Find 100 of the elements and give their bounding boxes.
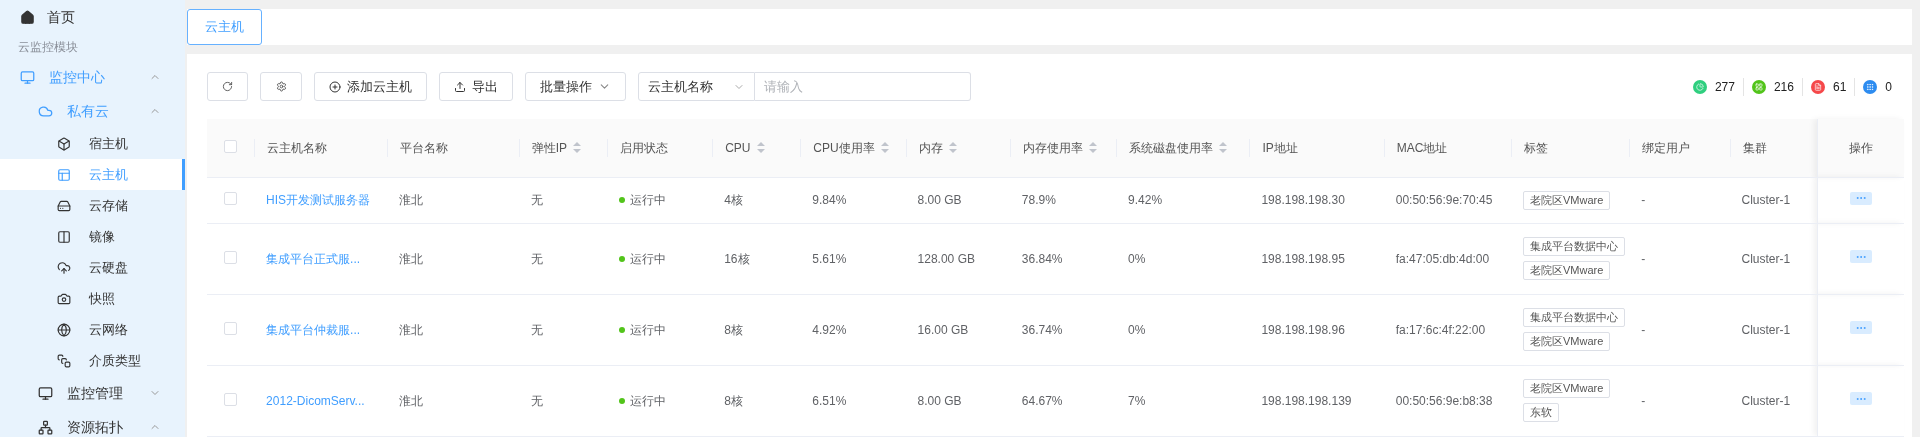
column-header: 系统磁盘使用率 — [1129, 139, 1214, 157]
row-checkbox[interactable] — [224, 139, 238, 153]
sidebar-item[interactable]: 镜像 — [0, 221, 185, 252]
sidebar-item[interactable]: 快照 — [0, 283, 185, 314]
table-cell: 6.51% — [812, 393, 847, 408]
status-text: 运行中 — [629, 392, 666, 410]
table-cell: 7% — [1128, 393, 1146, 408]
table-cell: Cluster-1 — [1741, 193, 1791, 207]
tag: 老院区VMware — [1523, 261, 1611, 280]
status-text: 运行中 — [629, 192, 666, 209]
sidebar-item[interactable]: 云硬盘 — [0, 252, 185, 283]
toolbar-button[interactable]: 导出 — [439, 72, 513, 101]
more-button[interactable] — [1850, 392, 1873, 405]
table-cell: Cluster-1 — [1741, 393, 1791, 408]
tag: 东软 — [1523, 403, 1559, 422]
more-button[interactable] — [1850, 191, 1873, 205]
toolbar-button[interactable]: 添加云主机 — [314, 72, 427, 101]
sidebar-item-icon — [57, 260, 71, 275]
search-field[interactable]: 请输入 — [755, 72, 971, 101]
sidebar-group-icon — [38, 103, 53, 119]
sidebar-item-icon — [57, 229, 71, 244]
table-cell: 无 — [530, 193, 543, 207]
table-cell: 9.42% — [1128, 193, 1163, 207]
stat-count: 0 — [1885, 78, 1892, 96]
table-cell: 8.00 GB — [917, 193, 962, 207]
table-cell: 8核 — [724, 393, 743, 408]
sidebar-item[interactable]: 云网络 — [0, 314, 185, 345]
table-cell: 5.61% — [812, 251, 847, 266]
sidebar-item-icon — [57, 353, 71, 368]
sort-icon[interactable] — [1088, 142, 1097, 154]
table-cell: 198.198.198.30 — [1261, 193, 1345, 207]
more-button[interactable] — [1850, 321, 1873, 334]
tag: 老院区VMware — [1523, 332, 1611, 351]
column-header: 平台名称 — [400, 139, 449, 157]
column-header: IP地址 — [1262, 139, 1298, 157]
row-checkbox[interactable] — [224, 321, 238, 335]
sidebar-group-icon — [38, 419, 53, 435]
column-header: 云主机名称 — [267, 139, 328, 157]
column-header: 内存 — [918, 139, 943, 157]
table-cell: 198.198.198.139 — [1261, 393, 1352, 408]
table-cell: 16核 — [724, 251, 750, 266]
table-cell: 9.84% — [812, 193, 847, 207]
settings-button[interactable] — [260, 72, 302, 101]
table-cell: Cluster-1 — [1741, 322, 1791, 337]
table-cell: 36.84% — [1021, 251, 1063, 266]
table-cell: 00:50:56:9e:70:45 — [1395, 193, 1493, 207]
column-header: CPU — [725, 139, 751, 157]
sidebar-item-icon — [57, 167, 71, 182]
table-cell: 198.198.198.95 — [1261, 251, 1345, 266]
table-cell: 无 — [530, 393, 543, 408]
tag: 集成平台数据中心 — [1523, 308, 1625, 327]
table-cell: 淮北 — [399, 193, 424, 207]
sort-icon[interactable] — [1219, 142, 1228, 154]
sidebar-item-icon — [57, 322, 71, 337]
sort-icon[interactable] — [948, 142, 957, 154]
table-cell: 4核 — [724, 193, 743, 207]
sidebar-item[interactable]: 首页 — [47, 6, 75, 28]
table-cell: 无 — [530, 251, 543, 266]
status-text: 运行中 — [629, 250, 666, 268]
column-header: 启用状态 — [619, 139, 668, 157]
table-cell: 0% — [1128, 251, 1146, 266]
sidebar-heading: 云监控模块 — [17, 39, 79, 56]
sidebar-item-icon — [57, 198, 71, 213]
sidebar-item[interactable]: 云存储 — [0, 190, 185, 221]
row-checkbox[interactable] — [224, 192, 238, 205]
stat-count: 277 — [1714, 78, 1735, 96]
table-cell: 78.9% — [1021, 193, 1056, 207]
sort-icon[interactable] — [573, 142, 582, 154]
column-header: 弹性IP — [531, 139, 568, 157]
refresh-button[interactable] — [207, 72, 248, 101]
table-cell: 64.67% — [1021, 393, 1063, 408]
row-checkbox[interactable] — [224, 392, 238, 406]
sidebar-group-icon — [38, 385, 53, 401]
sidebar-item[interactable]: 宿主机 — [0, 128, 185, 159]
row-checkbox[interactable] — [224, 250, 238, 264]
table-cell: 淮北 — [399, 322, 424, 337]
table-cell: - — [1641, 193, 1646, 207]
column-header: 操作 — [1849, 139, 1874, 157]
table-cell: 8核 — [724, 322, 743, 337]
table-cell: Cluster-1 — [1741, 251, 1791, 266]
table-cell: - — [1641, 322, 1646, 337]
sidebar-item[interactable]: 介质类型 — [0, 345, 185, 376]
column-header: MAC地址 — [1396, 139, 1448, 157]
sort-icon[interactable] — [756, 142, 765, 154]
home-icon — [20, 9, 35, 25]
column-header: 集群 — [1742, 139, 1767, 157]
more-button[interactable] — [1850, 250, 1873, 263]
sidebar-group-icon — [20, 69, 35, 85]
table-cell: 8.00 GB — [917, 393, 962, 408]
table-cell: fa:17:6c:4f:22:00 — [1395, 322, 1486, 337]
sidebar-group[interactable]: 资源拓扑 — [67, 416, 149, 437]
search-field-select[interactable]: 云主机名称 — [638, 72, 755, 101]
tag: 老院区VMware — [1523, 190, 1611, 210]
sidebar-item-icon — [57, 136, 71, 151]
column-header: 内存使用率 — [1022, 139, 1083, 157]
upload-icon — [454, 80, 466, 93]
table-cell: 4.92% — [812, 322, 847, 337]
sidebar-group[interactable]: 监控管理 — [67, 382, 149, 404]
batch-dropdown[interactable]: 批量操作 — [525, 72, 626, 101]
sort-icon[interactable] — [880, 142, 889, 154]
